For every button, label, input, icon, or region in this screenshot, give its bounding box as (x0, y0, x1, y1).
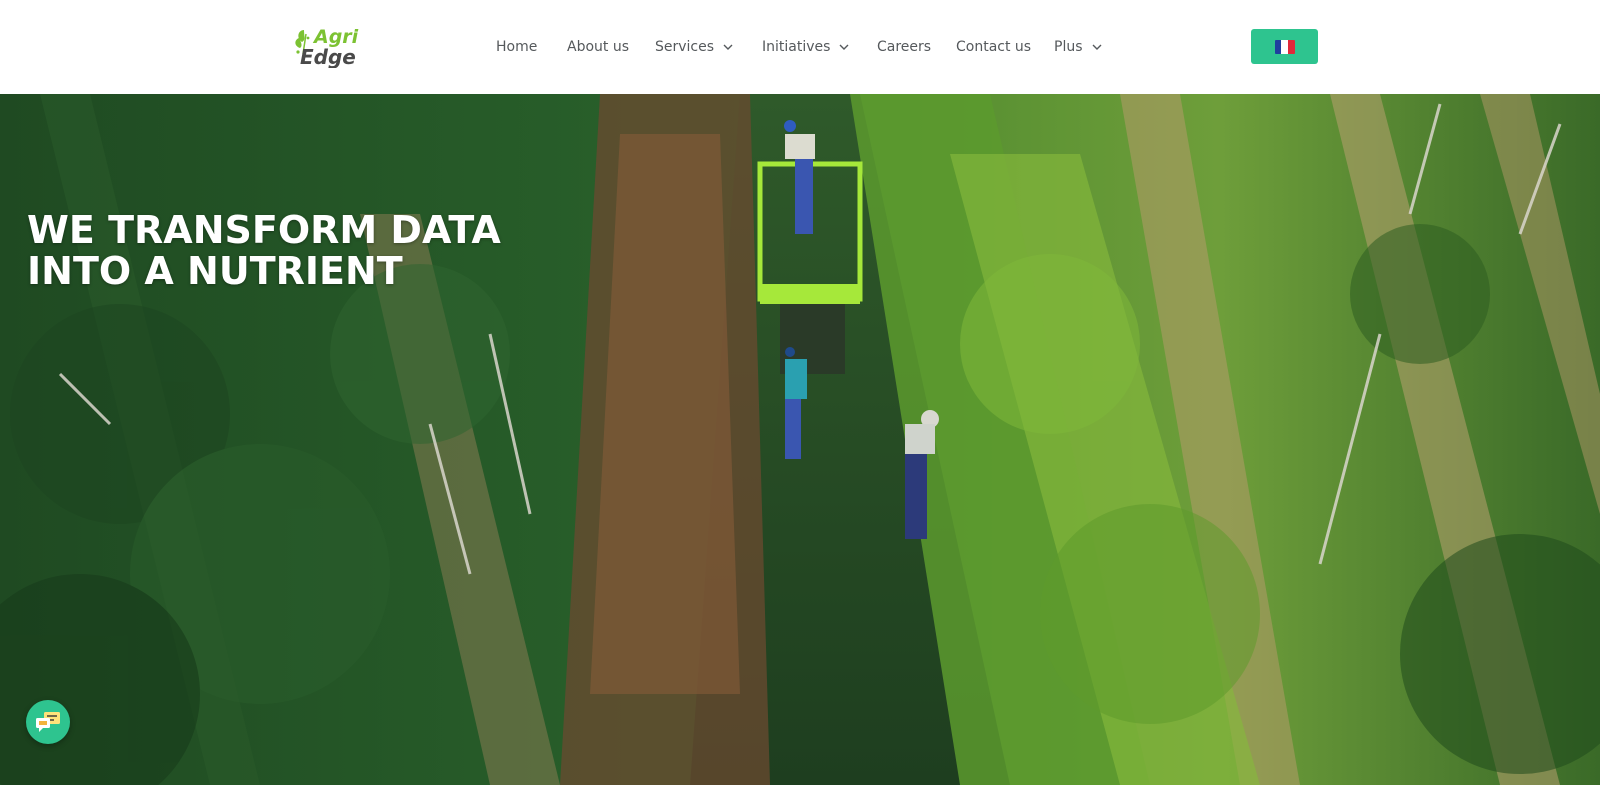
nav-item-initiatives[interactable]: Initiatives (762, 36, 850, 58)
nav-item-plus[interactable]: Plus (1054, 36, 1103, 58)
nav-item-home[interactable]: Home (496, 36, 537, 58)
nav-item-contact-us[interactable]: Contact us (956, 36, 1031, 58)
hero-title-line-1: WE TRANSFORM DATA (27, 208, 501, 252)
nav-item-label: About us (567, 39, 630, 55)
chevron-down-icon (839, 44, 849, 50)
nav-item-about-us[interactable]: About us (567, 36, 629, 58)
language-switcher-button[interactable] (1251, 29, 1318, 64)
nav-item-label: Home (496, 39, 538, 55)
nav-item-label: Services (655, 39, 715, 55)
chat-icon (36, 712, 60, 732)
nav-item-label: Contact us (956, 39, 1032, 55)
site-header: Agri Edge Home About us Services Initiat… (0, 0, 1600, 94)
hero-title-line-2: INTO A NUTRIENT (27, 249, 403, 293)
nav-item-label: Plus (1054, 39, 1083, 55)
nav-item-label: Careers (877, 39, 932, 55)
hero-section: WE TRANSFORM DATA INTO A NUTRIENT (0, 94, 1600, 785)
hero-title: WE TRANSFORM DATA INTO A NUTRIENT (27, 210, 501, 292)
nav-item-label: Initiatives (762, 39, 831, 55)
nav-item-services[interactable]: Services (655, 36, 734, 58)
france-flag-icon (1274, 39, 1295, 54)
chevron-down-icon (723, 44, 733, 50)
nav-item-careers[interactable]: Careers (877, 36, 931, 58)
chat-widget-button[interactable] (26, 700, 70, 744)
hero-background-image (0, 94, 1600, 785)
chevron-down-icon (1092, 44, 1101, 50)
main-navigation: Home About us Services Initiatives Caree… (0, 0, 1600, 94)
